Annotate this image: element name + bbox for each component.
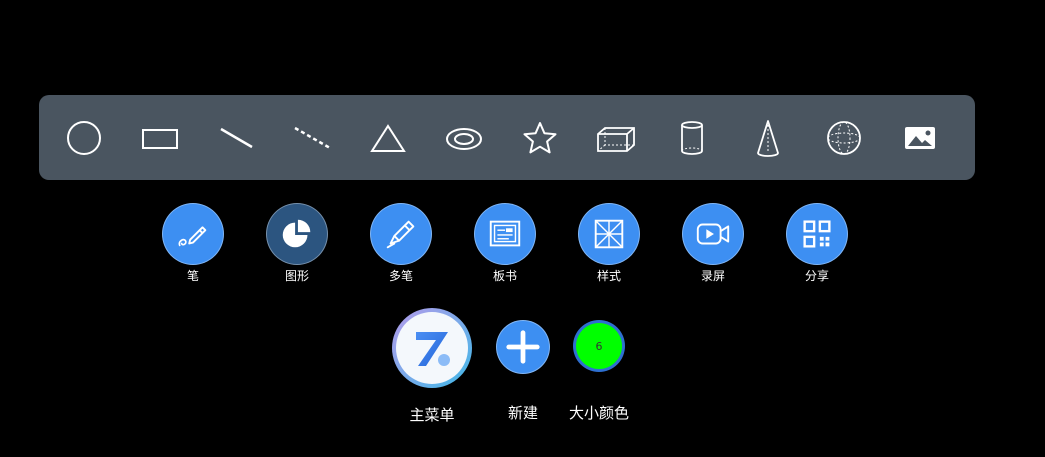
tool-share-circle[interactable] [786, 203, 848, 265]
line-shape-icon [220, 127, 253, 149]
ellipse-ring-shape-icon [446, 128, 482, 150]
tool-shape[interactable]: 图形 [265, 203, 329, 283]
color-swatch[interactable]: 6 [573, 320, 625, 372]
tool-multi-pen-circle[interactable] [370, 203, 432, 265]
qr-code-icon [803, 220, 831, 248]
tool-pen-circle[interactable] [162, 203, 224, 265]
video-record-icon [696, 223, 730, 245]
rectangle-shape-button[interactable] [137, 115, 183, 161]
tool-shape-circle[interactable] [266, 203, 328, 265]
rectangle-shape-icon [142, 129, 178, 149]
blackboard-icon [489, 220, 521, 247]
tool-share[interactable]: 分享 [785, 203, 849, 283]
app-logo[interactable] [392, 308, 472, 388]
tool-label: 录屏 [700, 269, 725, 283]
new-circle[interactable] [496, 320, 550, 374]
dashed-line-shape-button[interactable] [289, 115, 335, 161]
sphere-shape-icon [827, 121, 861, 155]
image-icon [905, 127, 935, 149]
cone-shape-icon [757, 120, 779, 157]
triangle-shape-icon [370, 124, 406, 152]
tool-label: 图形 [284, 269, 309, 283]
tool-label: 分享 [804, 269, 829, 283]
sphere-shape-button[interactable] [821, 115, 867, 161]
pie-chart-icon [282, 219, 311, 248]
star-shape-button[interactable] [517, 115, 563, 161]
new-label: 新建 [507, 404, 538, 422]
cuboid-shape-icon [597, 127, 635, 152]
tool-pen[interactable]: 笔 [161, 203, 225, 283]
new-button[interactable]: 新建 [494, 320, 552, 423]
tool-multi-pen[interactable]: 多笔 [369, 203, 433, 283]
line-shape-button[interactable] [213, 115, 259, 161]
size-color-button[interactable]: 6 大小颜色 [563, 320, 635, 423]
image-button[interactable] [897, 115, 943, 161]
dashed-line-shape-icon [294, 126, 331, 150]
tool-label: 笔 [186, 269, 199, 283]
tool-blackboard-circle[interactable] [474, 203, 536, 265]
tool-label: 板书 [492, 269, 517, 283]
tool-screen-record[interactable]: 录屏 [681, 203, 745, 283]
tool-screen-record-circle[interactable] [682, 203, 744, 265]
ellipse-ring-shape-button[interactable] [441, 115, 487, 161]
tool-style-circle[interactable] [578, 203, 640, 265]
style-grid-icon [594, 219, 624, 249]
main-menu-button[interactable]: 主菜单 [392, 308, 472, 425]
tool-label: 多笔 [388, 269, 413, 283]
cylinder-shape-button[interactable] [669, 115, 715, 161]
tool-label: 样式 [596, 269, 621, 283]
star-shape-icon [523, 122, 557, 154]
pen-icon [178, 226, 207, 247]
cuboid-shape-button[interactable] [593, 115, 639, 161]
circle-shape-button[interactable] [61, 115, 107, 161]
tool-blackboard[interactable]: 板书 [473, 203, 537, 283]
main-menu-label: 主菜单 [409, 406, 455, 424]
circle-shape-icon [67, 121, 101, 155]
multi-pen-icon [386, 220, 415, 249]
cone-shape-button[interactable] [745, 115, 791, 161]
cylinder-shape-icon [681, 121, 703, 155]
triangle-shape-button[interactable] [365, 115, 411, 161]
app-logo-icon [416, 332, 450, 366]
tool-style[interactable]: 样式 [577, 203, 641, 283]
size-color-label: 大小颜色 [568, 404, 629, 422]
current-color-dot: 6 [576, 323, 622, 369]
plus-icon [506, 330, 540, 364]
